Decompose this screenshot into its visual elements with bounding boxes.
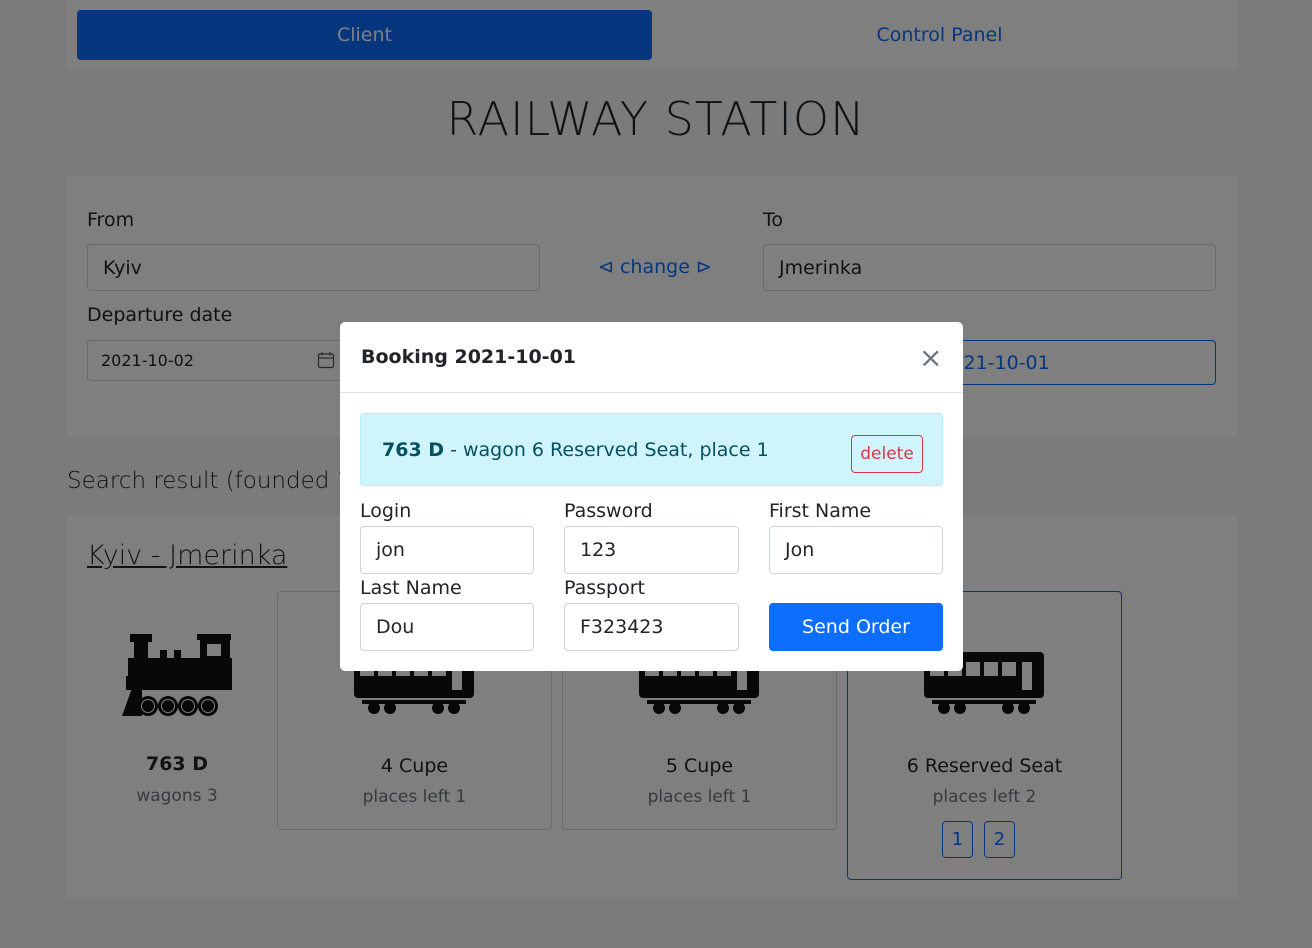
- last-name-input[interactable]: Dou: [360, 603, 534, 651]
- first-name-label: First Name: [769, 500, 872, 522]
- booking-modal: Booking 2021-10-01 × 763 D - wagon 6 Res…: [340, 322, 963, 671]
- modal-title: Booking 2021-10-01: [361, 346, 577, 368]
- booking-item-text: 763 D - wagon 6 Reserved Seat, place 1: [382, 439, 769, 461]
- booking-item-detail: - wagon 6 Reserved Seat, place 1: [444, 439, 769, 461]
- passport-label: Passport: [564, 577, 645, 599]
- last-name-label: Last Name: [360, 577, 462, 599]
- passport-input[interactable]: F323423: [564, 603, 739, 651]
- password-label: Password: [564, 500, 653, 522]
- password-input[interactable]: 123: [564, 526, 739, 574]
- first-name-input[interactable]: Jon: [769, 526, 943, 574]
- close-icon[interactable]: ×: [919, 344, 942, 372]
- send-order-button[interactable]: Send Order: [769, 603, 943, 651]
- delete-booking-button[interactable]: delete: [851, 435, 923, 473]
- booking-item-alert: 763 D - wagon 6 Reserved Seat, place 1 d…: [360, 413, 943, 486]
- login-label: Login: [360, 500, 412, 522]
- booking-train-number: 763 D: [382, 439, 445, 461]
- login-input[interactable]: jon: [360, 526, 534, 574]
